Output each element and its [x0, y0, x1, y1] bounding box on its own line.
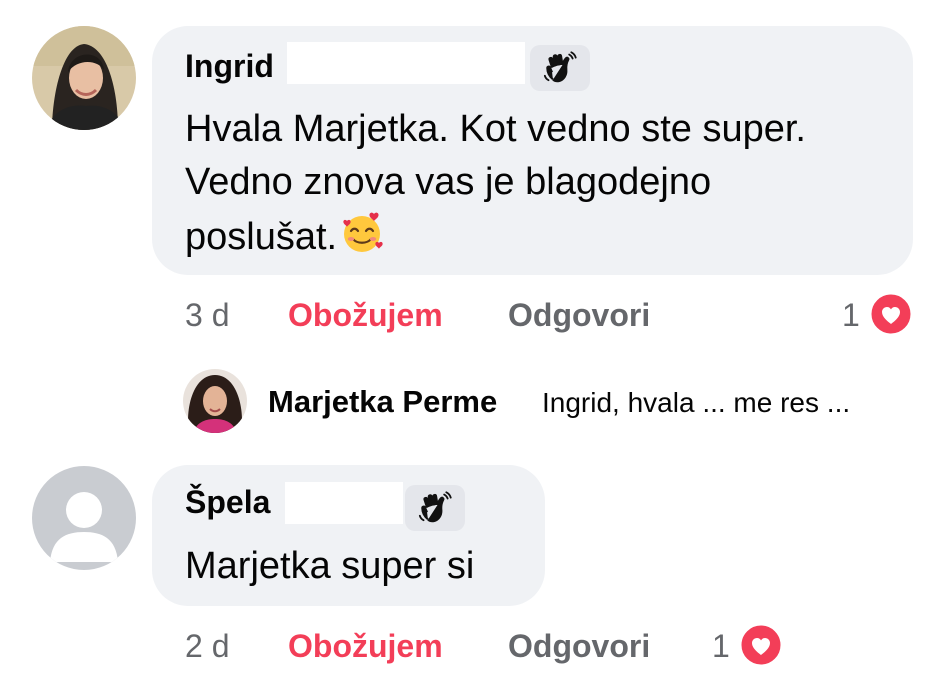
comment-line: Hvala Marjetka. Kot vedno ste super.	[185, 108, 806, 150]
comment-author[interactable]: Špela	[185, 484, 270, 521]
wave-hand-icon	[405, 485, 465, 531]
comment-timestamp[interactable]: 3 d	[185, 297, 229, 334]
reply-author[interactable]: Marjetka Perme	[268, 384, 497, 420]
comment-timestamp[interactable]: 2 d	[185, 628, 229, 665]
comment-line-text: poslušat.	[185, 216, 338, 258]
reaction-count[interactable]: 1	[712, 628, 730, 665]
reply-snippet[interactable]: Ingrid, hvala ... me res ...	[542, 387, 850, 419]
avatar-spela[interactable]	[32, 466, 136, 570]
comment-line: Vedno znova vas je blagodejno	[185, 161, 712, 203]
default-avatar-icon	[32, 466, 136, 570]
wave-hand-icon	[530, 45, 590, 91]
heart-icon[interactable]	[738, 622, 784, 673]
avatar-marjetka[interactable]	[183, 369, 247, 433]
heart-icon[interactable]	[868, 291, 914, 342]
redacted-surname	[285, 482, 403, 524]
comment-text: Marjetka super si	[185, 540, 474, 593]
reaction-count[interactable]: 1	[842, 297, 860, 334]
profile-photo-icon	[32, 26, 136, 130]
comment-text: Hvala Marjetka. Kot vedno ste super. Ved…	[185, 103, 806, 270]
reply-button[interactable]: Odgovori	[508, 297, 650, 334]
reply-button[interactable]: Odgovori	[508, 628, 650, 665]
love-reaction-button[interactable]: Obožujem	[288, 628, 443, 665]
love-reaction-button[interactable]: Obožujem	[288, 297, 443, 334]
comment-thread: Ingrid Hvala Marjetka. Kot vedno ste sup…	[0, 0, 945, 693]
comment-author[interactable]: Ingrid	[185, 48, 274, 85]
redacted-surname	[287, 42, 525, 84]
comment-line: Marjetka super si	[185, 545, 475, 587]
profile-photo-icon	[183, 369, 247, 433]
smiling-face-with-hearts-icon	[339, 209, 385, 270]
avatar-ingrid[interactable]	[32, 26, 136, 130]
comment-line: poslušat.	[185, 209, 806, 270]
